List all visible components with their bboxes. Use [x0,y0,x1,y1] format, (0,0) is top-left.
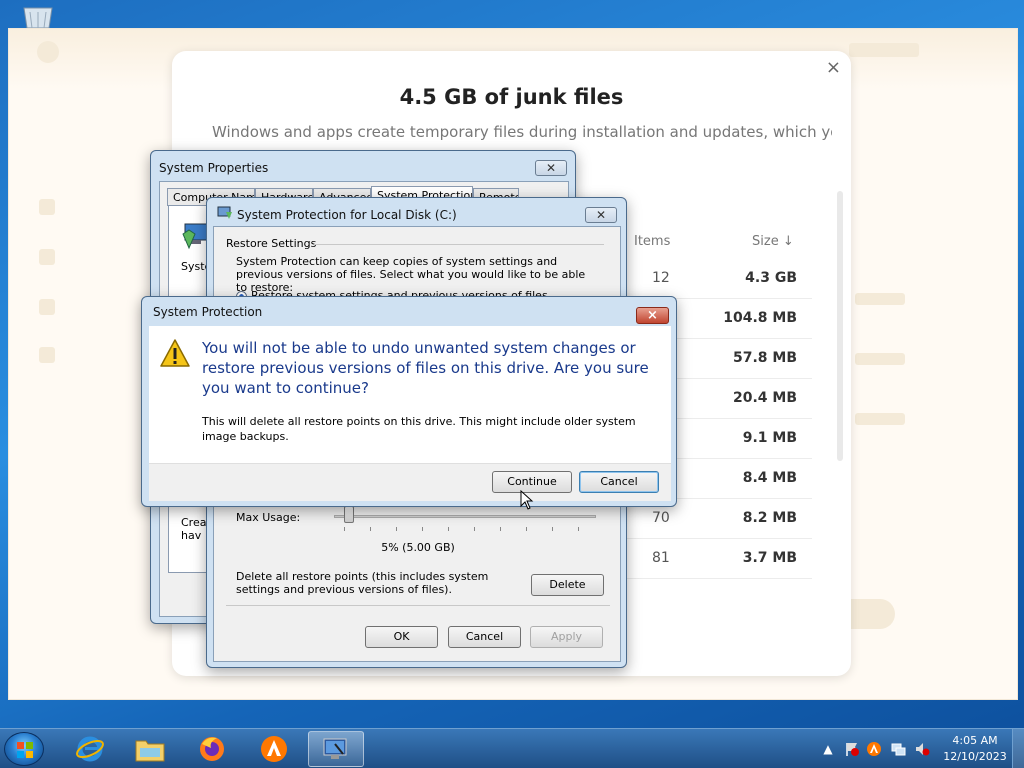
network-icon[interactable] [890,741,906,757]
recycle-bin-icon[interactable] [18,6,58,29]
avast-faded-stat [855,353,905,365]
system-protection-icon [217,206,233,220]
max-usage-label: Max Usage: [236,511,301,524]
clock-date: 12/10/2023 [943,750,1007,763]
avast-faded-stat [855,413,905,425]
card-title: 4.5 GB of junk files [399,85,624,109]
delete-description: Delete all restore points (this includes… [236,570,489,596]
slider-tick [474,527,475,531]
close-button[interactable]: ✕ [585,207,617,223]
taskbar: ▲ 4:05 AM 12/10/2023 [0,728,1024,768]
slider-tick [578,527,579,531]
row-items: 70 [652,510,670,526]
avast-nav-icon [39,249,55,265]
slider-tick [526,527,527,531]
row-size: 4.3 GB [745,270,797,286]
max-usage-slider-thumb[interactable] [344,506,354,523]
card-subtitle: Windows and apps create temporary files … [212,123,832,141]
action-center-flag-icon[interactable] [844,741,860,757]
file-explorer-icon[interactable] [122,731,178,767]
mouse-cursor-icon [520,489,534,510]
row-size: 3.7 MB [742,550,797,566]
slider-tick [344,527,345,531]
close-button[interactable]: ✕ [535,160,567,176]
column-header-size[interactable]: Size ↓ [752,234,794,249]
apply-button[interactable]: Apply [530,626,603,648]
window-title: System Properties [159,161,269,175]
slider-tick [422,527,423,531]
avast-tray-icon[interactable] [866,741,882,757]
max-usage-slider-track[interactable] [334,515,596,518]
restore-settings-label: Restore Settings [226,237,317,250]
divider [226,605,610,606]
avast-icon[interactable] [246,731,302,767]
clock[interactable]: 4:05 AM 12/10/2023 [940,733,1010,765]
card-scrollbar[interactable] [837,191,843,461]
column-header-items[interactable]: Items [634,234,670,249]
avast-nav-icon [39,199,55,215]
usage-value: 5% (5.00 GB) [381,541,455,554]
close-button[interactable]: × [636,307,669,324]
system-properties-icon[interactable] [308,731,364,767]
firefox-icon[interactable] [184,731,240,767]
side-text: hav [181,529,202,542]
internet-explorer-icon[interactable] [62,731,118,767]
row-items: 81 [652,550,670,566]
dialog-title: System Protection [153,305,263,319]
avast-nav-icon [39,299,55,315]
windows-start-icon[interactable] [4,732,44,766]
slider-tick [552,527,553,531]
slider-tick [500,527,501,531]
delete-button[interactable]: Delete [531,574,604,596]
slider-tick [370,527,371,531]
card-close-button[interactable]: × [826,57,841,78]
row-size: 20.4 MB [732,390,797,406]
avast-faded-stat [855,293,905,305]
volume-muted-icon[interactable] [914,741,930,757]
row-size: 8.4 MB [742,470,797,486]
system-tray: ▲ 4:05 AM 12/10/2023 [818,729,1024,768]
row-size: 104.8 MB [723,310,797,326]
window-title: System Protection for Local Disk (C:) [237,208,457,222]
row-size: 57.8 MB [732,350,797,366]
warning-icon [159,338,191,368]
row-size: 8.2 MB [742,510,797,526]
cancel-button[interactable]: Cancel [448,626,521,648]
row-items: 12 [652,270,670,286]
show-hidden-icons-chevron[interactable]: ▲ [820,741,836,757]
system-protection-confirm-dialog: System Protection × You will not be able… [141,296,677,507]
show-desktop-button[interactable] [1012,729,1024,768]
ok-button[interactable]: OK [365,626,438,648]
side-text: Crea [181,516,207,529]
detail-text: This will delete all restore points on t… [202,415,636,443]
avast-header-button [849,43,919,57]
main-instruction: You will not be able to undo unwanted sy… [202,339,649,397]
row-size: 9.1 MB [742,430,797,446]
dialog-body: You will not be able to undo unwanted sy… [149,326,671,463]
slider-tick [448,527,449,531]
avast-nav-icon [39,347,55,363]
avast-logo-icon [37,41,59,63]
group-divider [314,244,604,245]
clock-time: 4:05 AM [952,734,998,747]
slider-tick [396,527,397,531]
dialog-footer: Continue Cancel [149,463,671,501]
cancel-button[interactable]: Cancel [579,471,659,493]
